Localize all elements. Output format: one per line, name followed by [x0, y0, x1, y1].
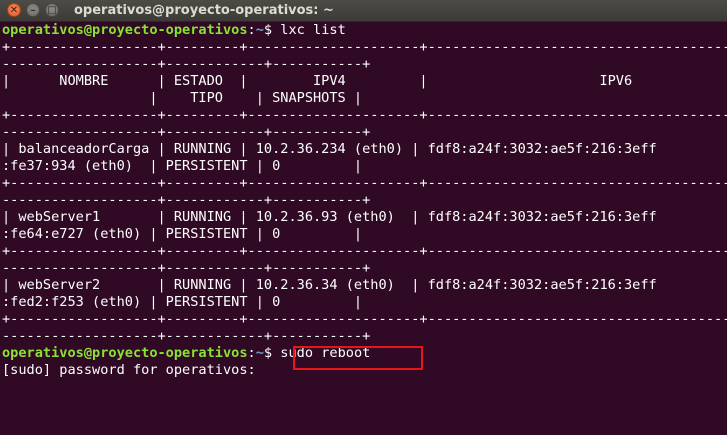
table-row: | webServer2 | RUNNING | 10.2.36.34 (eth…: [2, 277, 657, 293]
prompt-separator: :: [247, 345, 256, 361]
prompt-sigil: $: [263, 22, 281, 38]
title-bar[interactable]: ✕ – □ operativos@proyecto-operativos: ~: [0, 0, 727, 22]
prompt-path: ~: [255, 22, 264, 38]
prompt-separator: :: [247, 22, 256, 38]
command-text: lxc list: [280, 22, 346, 38]
terminal-window: ✕ – □ operativos@proyecto-operativos: ~ …: [0, 0, 727, 435]
table-row: | balanceadorCarga | RUNNING | 10.2.36.2…: [2, 141, 657, 157]
prompt-user-host: operativos@proyecto-operativos: [2, 22, 248, 38]
table-line: -------------------+------------+-------…: [2, 260, 371, 276]
table-line: -------------------+------------+-------…: [2, 56, 371, 72]
window-title: operativos@proyecto-operativos: ~: [74, 3, 334, 18]
maximize-icon[interactable]: □: [45, 3, 59, 17]
table-line: +------------------+---------+----------…: [2, 107, 727, 123]
table-line: +------------------+---------+----------…: [2, 243, 727, 259]
table-line: +------------------+---------+----------…: [2, 39, 727, 55]
table-row: :fe64:e727 (eth0) | PERSISTENT | 0 |: [2, 226, 363, 242]
prompt-line-1: operativos@proyecto-operativos:~$ lxc li…: [2, 22, 727, 39]
table-row: :fe37:934 (eth0) | PERSISTENT | 0 |: [2, 158, 363, 174]
minimize-icon[interactable]: –: [26, 3, 40, 17]
terminal-output[interactable]: operativos@proyecto-operativos:~$ lxc li…: [0, 22, 727, 435]
table-line: -------------------+------------+-------…: [2, 124, 371, 140]
command-highlight-box: [293, 346, 423, 370]
prompt-sigil: $: [263, 345, 281, 361]
close-icon[interactable]: ✕: [7, 3, 21, 17]
table-row: :fed2:f253 (eth0) | PERSISTENT | 0 |: [2, 294, 363, 310]
table-line: -------------------+------------+-------…: [2, 192, 371, 208]
table-header-line: | TIPO | SNAPSHOTS |: [2, 90, 363, 106]
table-header-line: | NOMBRE | ESTADO | IPV4 | IPV6: [2, 73, 633, 89]
table-row: | webServer1 | RUNNING | 10.2.36.93 (eth…: [2, 209, 657, 225]
table-line: +------------------+---------+----------…: [2, 311, 727, 327]
prompt-path: ~: [255, 345, 264, 361]
table-line: +------------------+---------+----------…: [2, 175, 727, 191]
table-line: -------------------+------------+-------…: [2, 328, 371, 344]
prompt-user-host: operativos@proyecto-operativos: [2, 345, 248, 361]
